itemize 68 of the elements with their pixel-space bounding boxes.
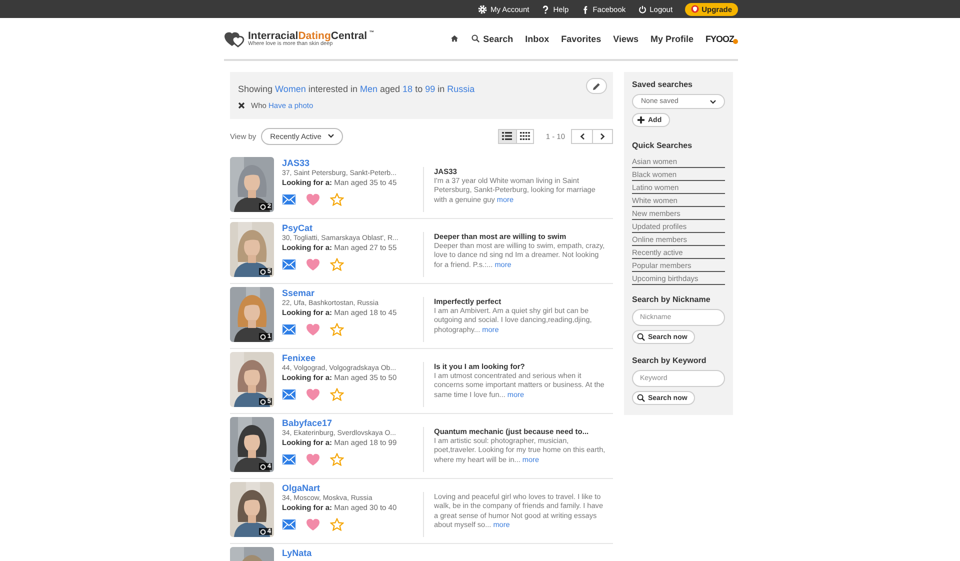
nav-link[interactable]: Favorites [561, 34, 602, 44]
hearts-logo-icon [224, 30, 246, 48]
filter-link[interactable]: 18 [402, 84, 413, 94]
filter-link[interactable]: Women [275, 84, 306, 94]
mail-icon[interactable] [282, 258, 296, 271]
star-icon[interactable] [330, 193, 344, 206]
nav-link[interactable]: Search [471, 34, 514, 44]
section-title: Quick Searches [632, 141, 694, 150]
heart-icon[interactable] [306, 453, 320, 466]
camera-icon [260, 464, 266, 470]
heart-icon[interactable] [306, 258, 320, 271]
question-icon [541, 4, 550, 14]
search-icon [637, 333, 645, 341]
brand-logo[interactable]: FYOOZ [706, 34, 738, 44]
caret-icon [710, 100, 716, 104]
star-icon[interactable] [330, 453, 344, 466]
section-title: Search by Keyword [632, 356, 708, 365]
filter-link[interactable]: 99 [425, 84, 436, 94]
star-icon[interactable] [330, 388, 344, 401]
grid-view-button[interactable] [516, 130, 533, 142]
filter-link[interactable]: Men [360, 84, 378, 94]
star-icon[interactable] [330, 518, 344, 531]
camera-icon [260, 204, 266, 210]
search-icon [471, 34, 480, 43]
profile-name[interactable]: JAS33 [282, 158, 310, 168]
filter-link[interactable]: Russia [447, 84, 475, 94]
camera-icon [260, 268, 266, 274]
heart-icon[interactable] [306, 323, 320, 336]
gear-icon [478, 4, 488, 14]
heart-icon[interactable] [306, 518, 320, 531]
profile-name[interactable]: PsyCat [282, 223, 313, 233]
profile-name[interactable]: OlgaNart [282, 483, 320, 493]
pencil-icon [592, 82, 601, 90]
shield-icon [690, 5, 699, 13]
heart-icon[interactable] [306, 388, 320, 401]
section-title: Search by Nickname [632, 295, 712, 304]
edit-button[interactable] [586, 78, 607, 94]
mail-icon[interactable] [282, 193, 296, 206]
facebook-icon [580, 4, 590, 14]
star-icon[interactable] [330, 323, 344, 336]
nav-link[interactable]: Views [613, 34, 638, 44]
grid-icon [520, 132, 530, 140]
camera-icon [260, 334, 266, 340]
star-icon[interactable] [330, 258, 344, 271]
nav-link[interactable]: Inbox [525, 34, 550, 44]
plus-icon [637, 116, 645, 124]
mail-icon[interactable] [282, 518, 296, 531]
heart-icon[interactable] [306, 193, 320, 206]
list-icon [502, 132, 512, 140]
search-icon [637, 394, 645, 402]
close-icon[interactable] [238, 102, 245, 109]
caret-icon [328, 134, 334, 138]
nav-link[interactable]: My Profile [650, 34, 694, 44]
mail-icon[interactable] [282, 453, 296, 466]
profile-name[interactable]: Fenixee [282, 353, 316, 363]
camera-icon [260, 398, 266, 404]
chevron-right-icon [600, 132, 605, 140]
profile-name[interactable]: LyNata [282, 548, 312, 558]
mail-icon[interactable] [282, 323, 296, 336]
mail-icon[interactable] [282, 388, 296, 401]
home-icon[interactable] [450, 34, 460, 43]
section-title: Saved searches [632, 80, 694, 89]
chevron-left-icon [580, 132, 584, 140]
power-icon [638, 4, 647, 14]
list-view-button[interactable] [498, 130, 516, 142]
profile-name[interactable]: Babyface17 [282, 418, 332, 428]
camera-icon [260, 528, 266, 534]
profile-name[interactable]: Ssemar [282, 288, 315, 298]
